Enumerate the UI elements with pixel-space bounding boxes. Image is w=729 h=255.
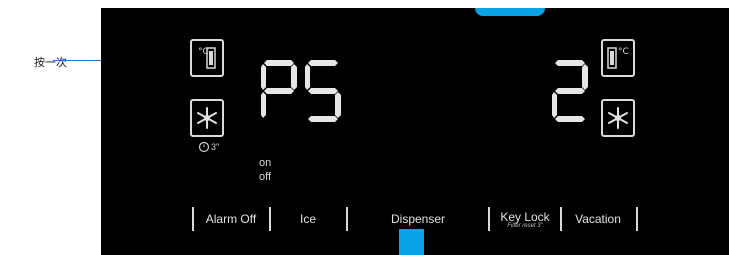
button-separator [346,207,348,231]
button-separator [636,207,638,231]
button-separator [192,207,194,231]
right-temperature-display [552,60,588,122]
freezer-snowflake-icon[interactable] [190,99,224,137]
freezer-snowflake-icon[interactable] [601,99,635,137]
filter-timer-icon [198,140,210,153]
button-separator [488,207,490,231]
vacation-button[interactable]: Vacation [564,207,632,231]
control-panel: °C 3" on off °C Alarm Off Ice Dispenser … [101,8,729,255]
top-indicator [475,8,545,16]
alarm-off-label: Alarm Off [205,212,257,226]
filter-reset-label: Filter reset 3" [507,222,543,229]
dispenser-button[interactable]: Dispenser [350,207,486,231]
dispenser-label: Dispenser [390,212,446,226]
on-label: on [259,157,272,169]
key-lock-button[interactable]: Key Lock Filter reset 3" [492,207,558,231]
ice-button[interactable]: Ice [273,207,343,231]
button-separator [269,207,271,231]
vacation-label: Vacation [575,212,621,226]
svg-text:°C: °C [618,47,629,57]
fridge-left-temp-icon[interactable]: °C [190,39,224,77]
off-label: off [259,171,272,183]
button-separator [560,207,562,231]
callout-line [53,60,101,61]
left-temperature-display [261,60,341,122]
callout-label: 按一次 [34,56,67,69]
alarm-off-button[interactable]: Alarm Off [196,207,266,231]
filter-timer-label: 3" [211,142,220,152]
key-lock-label: Key Lock [500,209,550,224]
ice-label: Ice [299,212,316,226]
fridge-right-temp-icon[interactable]: °C [601,39,635,77]
bottom-indicator [399,229,424,255]
